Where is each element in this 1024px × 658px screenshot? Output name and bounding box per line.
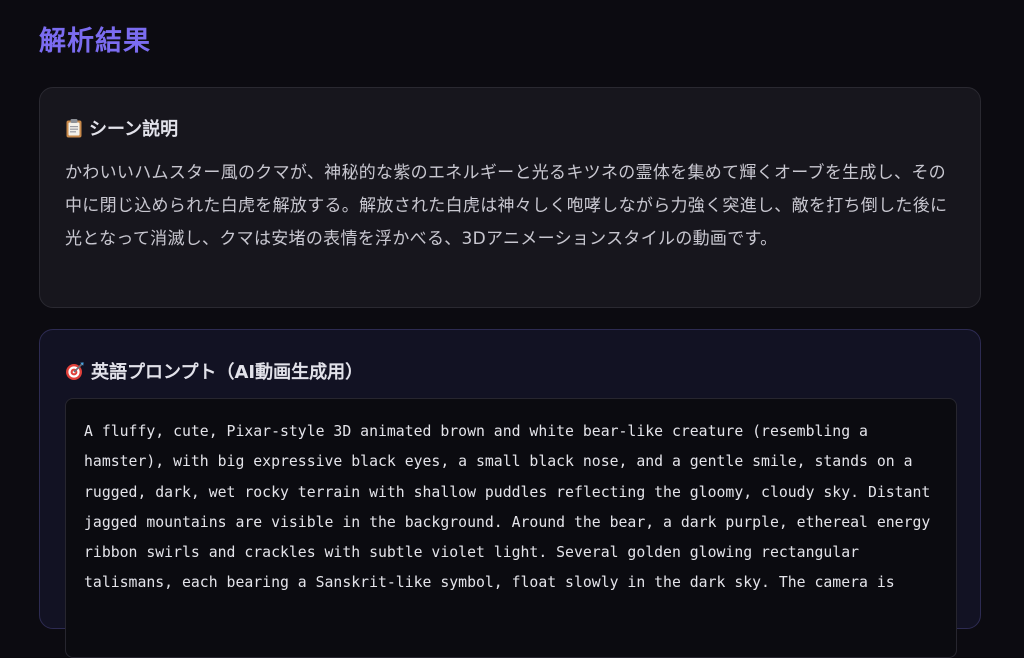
page-title: 解析結果: [39, 26, 151, 57]
english-prompt-card: 英語プロンプト（AI動画生成用） A fluffy, cute, Pixar-s…: [39, 329, 981, 658]
prompt-code-text[interactable]: A fluffy, cute, Pixar-style 3D animated …: [84, 417, 938, 599]
target-icon: [65, 361, 85, 381]
scene-description-heading: シーン説明: [65, 114, 178, 142]
scene-description-heading-label: シーン説明: [89, 119, 179, 140]
scene-description-text: かわいいハムスター風のクマが、神秘的な紫のエネルギーと光るキツネの霊体を集めて輝…: [65, 163, 948, 249]
prompt-code-block[interactable]: A fluffy, cute, Pixar-style 3D animated …: [65, 398, 957, 658]
scene-description-card: シーン説明 かわいいハムスター風のクマが、神秘的な紫のエネルギーと光るキツネの霊…: [39, 87, 981, 308]
clipboard-icon: [65, 118, 83, 138]
english-prompt-heading: 英語プロンプト（AI動画生成用）: [65, 357, 363, 385]
english-prompt-heading-label: 英語プロンプト（AI動画生成用）: [91, 362, 364, 383]
